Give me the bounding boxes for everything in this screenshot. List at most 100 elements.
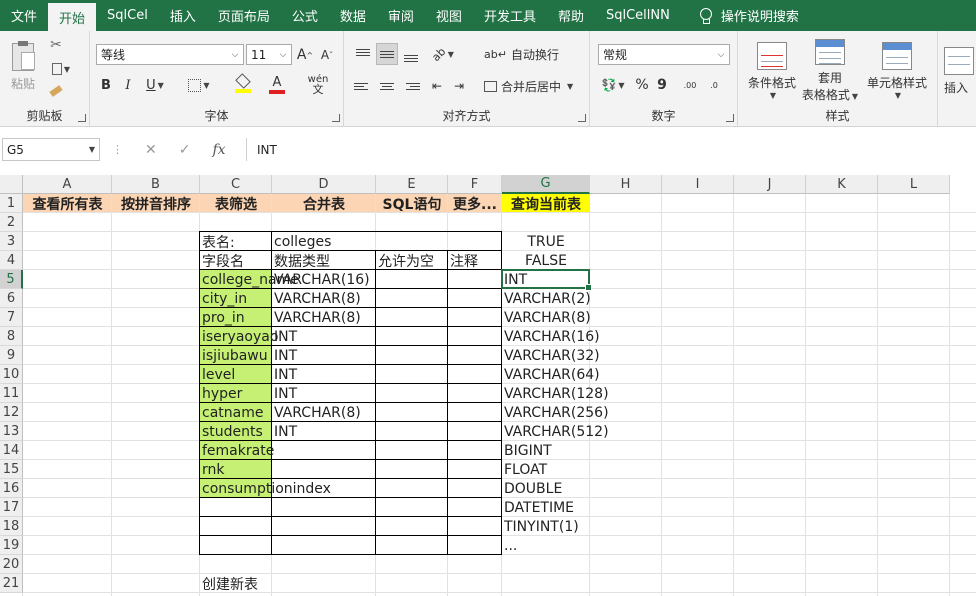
copy-button[interactable]: ▼ <box>46 61 76 77</box>
type-option-6[interactable]: VARCHAR(128) <box>502 384 609 403</box>
bold-button[interactable]: B <box>98 75 114 95</box>
field-type-cell[interactable]: INT <box>272 346 297 365</box>
header-button-0[interactable]: 查看所有表 <box>23 194 112 213</box>
merge-center-button[interactable]: 合并后居中 ▼ <box>484 76 580 96</box>
format-as-table-button[interactable]: 套用 表格格式 ▼ <box>800 39 860 103</box>
field-type-cell[interactable]: VARCHAR(8) <box>272 308 361 327</box>
field-type-cell[interactable]: INT <box>272 384 297 403</box>
type-option-10[interactable]: FLOAT <box>502 460 547 479</box>
type-option-7[interactable]: VARCHAR(256) <box>502 403 609 422</box>
field-name-cell[interactable]: iseryaoyao <box>200 327 278 346</box>
align-top-icon[interactable] <box>354 43 372 61</box>
row-header-17[interactable]: 17 <box>0 498 23 517</box>
tab-5[interactable]: 公式 <box>281 0 329 31</box>
field-name-cell[interactable]: hyper <box>200 384 242 403</box>
decrease-indent-icon[interactable]: ⇤ <box>428 77 446 95</box>
type-option-14[interactable]: ... <box>502 536 517 555</box>
field-type-cell[interactable]: INT <box>272 365 297 384</box>
enter-icon[interactable]: ✓ <box>179 142 191 158</box>
paste-button[interactable]: 粘贴 <box>8 37 38 97</box>
field-type-cell[interactable]: INT <box>272 422 297 441</box>
header-button-4[interactable]: SQL语句 <box>376 194 448 213</box>
tab-4[interactable]: 页面布局 <box>207 0 281 31</box>
decrease-decimal-button[interactable]: .0 <box>704 75 724 95</box>
clipboard-launcher-icon[interactable] <box>78 114 86 122</box>
column-header-d[interactable]: D <box>272 175 376 194</box>
create-table-button[interactable]: 创建新表 <box>200 574 258 593</box>
row-header-14[interactable]: 14 <box>0 441 23 460</box>
align-center-icon[interactable] <box>378 77 396 95</box>
cancel-icon[interactable]: ✕ <box>145 142 157 158</box>
increase-indent-icon[interactable]: ⇥ <box>450 77 468 95</box>
tab-3[interactable]: 插入 <box>159 0 207 31</box>
row-header-12[interactable]: 12 <box>0 403 23 422</box>
conditional-format-button[interactable]: 条件格式 ▼ <box>742 39 802 103</box>
field-name-cell[interactable]: rnk <box>200 460 225 479</box>
underline-button[interactable]: U ▼ <box>142 75 168 95</box>
row-header-9[interactable]: 9 <box>0 346 23 365</box>
type-option-12[interactable]: DATETIME <box>502 498 574 517</box>
active-cell-g5[interactable] <box>501 269 592 291</box>
field-name-cell[interactable]: isjiubawu <box>200 346 268 365</box>
table-name-value[interactable]: colleges <box>272 232 331 251</box>
column-header-b[interactable]: B <box>112 175 200 194</box>
row-header-15[interactable]: 15 <box>0 460 23 479</box>
worksheet-grid[interactable]: A B C D E F G H I J K L 1 2 3 4 5 6 7 8 9 10 11 12 13 14 15 16 17 18 1… <box>0 175 976 596</box>
header-button-2[interactable]: 表筛选 <box>200 194 272 213</box>
phonetic-button[interactable]: wén 文 <box>302 73 334 97</box>
tab-10[interactable]: 帮助 <box>547 0 595 31</box>
type-option-2[interactable]: VARCHAR(8) <box>502 308 591 327</box>
row-header-11[interactable]: 11 <box>0 384 23 403</box>
font-size-select[interactable]: 11 ⌵ <box>246 44 292 65</box>
field-type-cell[interactable]: VARCHAR(16) <box>272 270 370 289</box>
column-header-h[interactable]: H <box>590 175 662 194</box>
row-header-7[interactable]: 7 <box>0 308 23 327</box>
align-bottom-icon[interactable] <box>402 49 420 67</box>
header-button-6[interactable]: 查询当前表 <box>502 194 590 213</box>
number-format-select[interactable]: 常规 ⌵ <box>598 44 730 65</box>
row-header-16[interactable]: 16 <box>0 479 23 498</box>
type-option-13[interactable]: TINYINT(1) <box>502 517 579 536</box>
column-header-g[interactable]: G <box>502 175 590 194</box>
header-button-5[interactable]: 更多... <box>448 194 502 213</box>
column-header-f[interactable]: F <box>448 175 502 194</box>
tab-2[interactable]: SqlCel <box>96 0 159 31</box>
type-option-8[interactable]: VARCHAR(512) <box>502 422 609 441</box>
field-name-cell[interactable]: city_in <box>200 289 247 308</box>
tab-6[interactable]: 数据 <box>329 0 377 31</box>
align-middle-icon[interactable] <box>376 43 398 65</box>
column-header-e[interactable]: E <box>376 175 448 194</box>
select-all-corner[interactable] <box>0 175 23 194</box>
field-type-cell[interactable]: INT <box>272 327 297 346</box>
increase-decimal-button[interactable]: .00 <box>680 75 700 95</box>
column-header-a[interactable]: A <box>23 175 112 194</box>
type-option-3[interactable]: VARCHAR(16) <box>502 327 600 346</box>
font-name-select[interactable]: 等线 ⌵ <box>96 44 244 65</box>
type-option-9[interactable]: BIGINT <box>502 441 552 460</box>
cell-styles-button[interactable]: 单元格样式 ▼ <box>860 39 934 103</box>
field-name-cell[interactable]: students <box>200 422 263 441</box>
name-box[interactable]: G5 ▼ <box>2 138 100 161</box>
tab-9[interactable]: 开发工具 <box>473 0 547 31</box>
accounting-format-button[interactable]: 💱 ▼ <box>598 75 628 95</box>
field-name-cell[interactable]: femakrate <box>200 441 274 460</box>
grow-font-button[interactable]: A ^ <box>296 46 314 64</box>
field-name-cell[interactable]: pro_in <box>200 308 245 327</box>
type-option-4[interactable]: VARCHAR(32) <box>502 346 600 365</box>
field-name-cell[interactable]: consumptionindex <box>200 479 331 498</box>
row-header-10[interactable]: 10 <box>0 365 23 384</box>
row-header-8[interactable]: 8 <box>0 327 23 346</box>
field-type-cell[interactable]: VARCHAR(8) <box>272 403 361 422</box>
row-header-21[interactable]: 21 <box>0 574 23 593</box>
header-button-3[interactable]: 合并表 <box>272 194 376 213</box>
row-header-4[interactable]: 4 <box>0 251 23 270</box>
tab-7[interactable]: 审阅 <box>377 0 425 31</box>
row-header-20[interactable]: 20 <box>0 555 23 574</box>
italic-button[interactable]: I <box>120 75 136 95</box>
field-name-cell[interactable]: catname <box>200 403 263 422</box>
column-header-l[interactable]: L <box>878 175 950 194</box>
orientation-button[interactable]: ab ▼ <box>428 45 458 64</box>
border-button[interactable]: ▼ <box>184 75 214 95</box>
type-option-5[interactable]: VARCHAR(64) <box>502 365 600 384</box>
align-right-icon[interactable] <box>402 77 420 95</box>
